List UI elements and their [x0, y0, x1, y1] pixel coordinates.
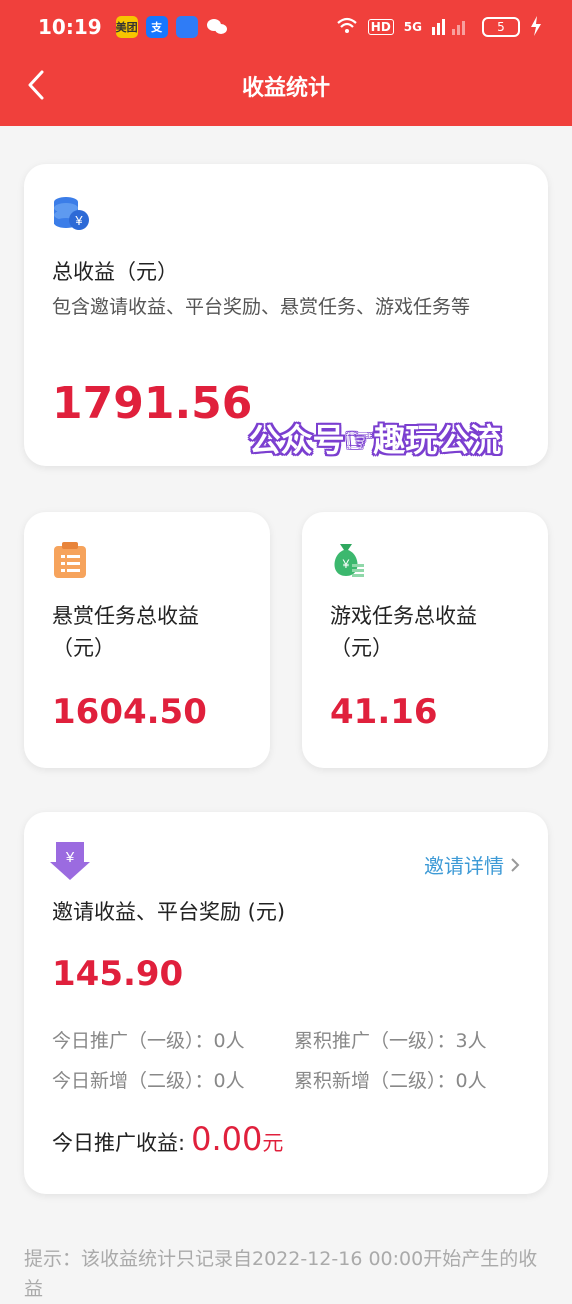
- game-task-card: ¥ 游戏任务总收益（元） 41.16: [302, 512, 548, 768]
- page-title: 收益统计: [241, 76, 330, 101]
- hd-icon: HD: [367, 19, 394, 35]
- status-bar: 10:19 美团 支 HD 5G 5: [38, 14, 542, 40]
- alipay-icon: 支: [145, 16, 168, 38]
- invite-earnings-amount: 145.90: [52, 954, 184, 994]
- total-earnings-label: 总收益（元）: [52, 260, 178, 284]
- coins-icon: ¥: [50, 194, 90, 238]
- clipboard-icon: [52, 542, 88, 584]
- today-promotion-value: 0.00: [191, 1120, 263, 1158]
- battery-icon: 5: [482, 17, 520, 37]
- game-task-amount: 41.16: [330, 692, 438, 732]
- reward-task-card: 悬赏任务总收益（元） 1604.50: [24, 512, 270, 768]
- chevron-right-icon: [511, 857, 520, 872]
- svg-text:¥: ¥: [65, 849, 75, 866]
- svg-text:¥: ¥: [342, 557, 350, 571]
- today-promotion-label: 今日推广收益:: [52, 1131, 186, 1155]
- yuan-download-icon: ¥: [50, 840, 90, 884]
- signal-icon: [432, 17, 472, 38]
- app-icon: [175, 16, 198, 38]
- invite-earnings-card: ¥ 邀请详情 邀请收益、平台奖励 (元) 145.90 今日推广（一级）：0人 …: [24, 812, 548, 1194]
- charging-icon: [530, 15, 542, 39]
- status-time: 10:19: [38, 15, 102, 39]
- total-earnings-amount: 1791.56: [52, 378, 253, 429]
- reward-task-label: 悬赏任务总收益（元）: [52, 604, 199, 660]
- app-header: 10:19 美团 支 HD 5G 5 收益统计: [0, 0, 572, 126]
- tip-text: 提示：该收益统计只记录自2022-12-16 00:00开始产生的收益: [24, 1248, 538, 1300]
- stat-today-level2: 今日新增（二级）：0人: [52, 1070, 245, 1092]
- nav-bar: 收益统计: [0, 62, 572, 108]
- today-promotion-earnings: 今日推广收益: 0.00 元: [52, 1120, 283, 1158]
- invite-details-label: 邀请详情: [424, 854, 504, 878]
- network-label: 5G: [403, 20, 422, 34]
- game-task-label: 游戏任务总收益（元）: [330, 604, 477, 660]
- stat-total-level1: 累积推广（一级）：3人: [294, 1030, 487, 1052]
- meituan-icon: 美团: [115, 16, 138, 38]
- watermark-text: 公众号☞趣玩公流: [248, 421, 502, 459]
- wifi-icon: [336, 17, 358, 38]
- invite-earnings-label: 邀请收益、平台奖励 (元): [52, 900, 286, 924]
- svg-text:¥: ¥: [74, 213, 83, 228]
- reward-task-amount: 1604.50: [52, 692, 207, 732]
- stat-total-level2: 累积新增（二级）：0人: [294, 1070, 487, 1092]
- stat-today-level1: 今日推广（一级）：0人: [52, 1030, 245, 1052]
- invite-details-link[interactable]: 邀请详情: [424, 850, 520, 879]
- today-promotion-unit: 元: [262, 1131, 284, 1155]
- wechat-icon: [206, 16, 228, 38]
- money-bag-icon: ¥: [328, 540, 368, 584]
- total-earnings-description: 包含邀请收益、平台奖励、悬赏任务、游戏任务等: [52, 296, 471, 318]
